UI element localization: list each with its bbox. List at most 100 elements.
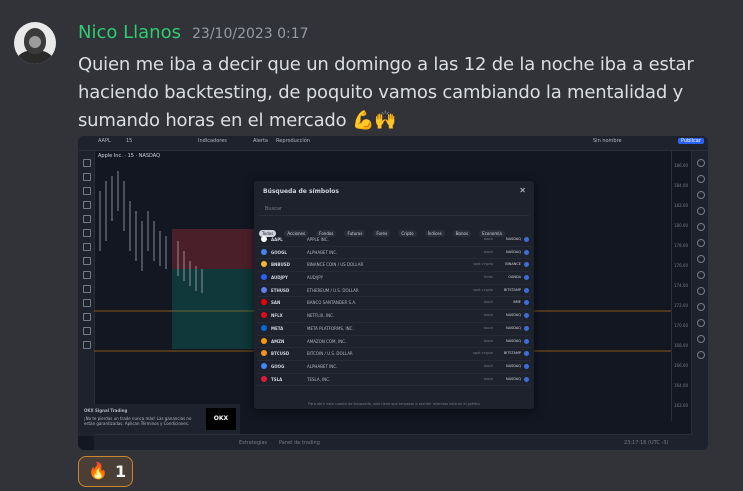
symbol-logo-icon — [261, 286, 267, 293]
symbol-type: stock — [483, 313, 493, 318]
symbol-logo-icon — [261, 362, 267, 369]
search-placeholder: Buscar — [265, 206, 283, 212]
chart-left-toolbar — [78, 151, 95, 436]
price-tick: 162.00 — [674, 403, 688, 408]
symbol-exchange: NASDAQ — [506, 363, 521, 368]
symbol-ticker: AUDJPY — [271, 275, 288, 281]
symbol-row[interactable]: AUDJPY AUD/JPY forex OANDA — [257, 272, 531, 285]
symbol-ticker: GOOGL — [271, 249, 287, 255]
price-tick: 182.00 — [674, 203, 688, 208]
symbol-name: BINANCE COIN / US DOLLAR — [307, 262, 364, 268]
price-tick: 164.00 — [674, 383, 688, 388]
symbol-ticker: AMZN — [271, 338, 285, 344]
symbol-exchange: NASDAQ — [506, 249, 521, 254]
symbol-ticker: ETHUSD — [271, 287, 290, 293]
symbol-name: ALPHABET INC. — [307, 249, 338, 255]
symbol-ticker: NFLX — [271, 313, 283, 319]
message-text: Quien me iba a decir que un domingo a la… — [78, 51, 718, 135]
symbol-row[interactable]: SAN BANCO SANTANDER S.A. stock BME — [257, 297, 531, 311]
symbol-logo-icon — [261, 248, 267, 255]
symbol-search-input[interactable]: Buscar — [259, 205, 529, 216]
symbol-list: AAPL APPLE INC. stock NASDAQ GOOGL ALPHABET I… — [257, 234, 531, 387]
symbol-ticker: BNBUSD — [271, 262, 290, 268]
symbol-row[interactable]: META META PLATFORMS, INC. stock NASDAQ — [257, 323, 531, 336]
chart-clock: 23:17:16 (UTC -3) — [624, 440, 669, 446]
symbol-ticker: AAPL — [271, 237, 283, 242]
toolbar-symbol: AAPL — [98, 138, 111, 144]
symbol-name: AMAZON.COM, INC. — [307, 338, 347, 344]
toolbar-alert: Alerta — [253, 138, 268, 144]
symbol-logo-icon — [261, 324, 267, 331]
symbol-name: META PLATFORMS, INC. — [307, 325, 354, 331]
symbol-row[interactable]: ETHUSD ETHEREUM / U.S. DOLLAR spot crypto B… — [257, 285, 531, 298]
symbol-type: stock — [483, 300, 493, 305]
symbol-logo-icon — [261, 236, 267, 242]
bottom-panel-tabs: Estrategias Panel de trading 23:17:16 (U… — [94, 434, 692, 450]
okx-ad[interactable]: OKX Signal Trading ¡No te pierdas un tra… — [80, 404, 240, 434]
exchange-flag-icon — [524, 313, 529, 319]
exchange-flag-icon — [524, 300, 529, 306]
exchange-flag-icon — [524, 249, 529, 255]
exchange-flag-icon — [524, 363, 529, 369]
symbol-row[interactable]: NFLX NETFLIX, INC. stock NASDAQ — [257, 310, 531, 323]
symbol-type: stock — [483, 338, 493, 343]
exchange-flag-icon — [524, 325, 529, 331]
symbol-type: stock — [483, 237, 493, 241]
symbol-exchange: BITSTAMP — [503, 287, 521, 292]
avatar[interactable] — [14, 22, 56, 64]
exchange-flag-icon — [524, 237, 529, 242]
reaction-fire[interactable]: 🔥 1 — [78, 456, 133, 487]
exchange-flag-icon — [524, 287, 529, 293]
username[interactable]: Nico Llanos — [78, 22, 181, 43]
symbol-name: NETFLIX, INC. — [307, 313, 335, 319]
price-tick: 176.00 — [674, 263, 688, 268]
price-tick: 178.00 — [674, 243, 688, 248]
symbol-row[interactable]: AAPL APPLE INC. stock NASDAQ — [257, 234, 531, 247]
close-icon[interactable]: ✕ — [519, 186, 526, 195]
symbol-type: stock — [483, 325, 493, 330]
symbol-row[interactable]: BNBUSD BINANCE COIN / US DOLLAR spot crypt… — [257, 259, 531, 273]
tab-strategies[interactable]: Estrategias — [239, 440, 267, 446]
symbol-logo-icon — [261, 274, 267, 281]
symbol-exchange: NASDAQ — [506, 237, 521, 241]
tab-trading-panel[interactable]: Panel de trading — [279, 440, 320, 446]
price-tick: 170.00 — [674, 323, 688, 328]
exchange-flag-icon — [524, 376, 529, 382]
toolbar-indicators: Indicadores — [198, 138, 227, 144]
symbol-exchange: NASDAQ — [506, 313, 521, 318]
attachment-image[interactable]: AAPL 15 Indicadores Alerta Reproducción … — [78, 136, 708, 450]
symbol-name: AUD/JPY — [307, 275, 324, 281]
exchange-flag-icon — [524, 338, 529, 344]
price-axis[interactable]: 186.00 184.00 182.00 180.00 178.00 176.0… — [671, 151, 692, 421]
symbol-row[interactable]: GOOG ALPHABET INC. stock NASDAQ — [257, 361, 531, 374]
price-tick: 184.00 — [674, 183, 688, 188]
symbol-row[interactable]: GOOGL ALPHABET INC. stock NASDAQ — [257, 247, 531, 260]
symbol-row[interactable]: BTCUSD BITCOIN / U.S. DOLLAR spot crypto BI… — [257, 348, 531, 361]
symbol-ticker: BTCUSD — [271, 351, 290, 357]
symbol-type: stock — [483, 249, 493, 254]
symbol-search-dialog[interactable]: Búsqueda de símbolos ✕ Buscar Todos Acci… — [254, 181, 534, 409]
symbol-logo-icon — [261, 299, 267, 306]
symbol-type: stock — [483, 376, 493, 381]
symbol-logo-icon — [261, 350, 267, 357]
timestamp[interactable]: 23/10/2023 0:17 — [192, 26, 309, 42]
okx-logo: OKX — [206, 408, 236, 430]
avatar-face — [29, 36, 41, 48]
symbol-exchange: OANDA — [508, 275, 521, 280]
exchange-flag-icon — [524, 275, 529, 281]
toolbar-publish: Publicar — [678, 138, 704, 144]
symbol-type: spot crypto — [473, 351, 493, 356]
toolbar-unnamed: Sin nombre — [593, 138, 622, 144]
message-emojis: 💪🙌 — [351, 110, 397, 131]
symbol-logo-icon — [261, 261, 267, 268]
symbol-row[interactable]: TSLA TESLA, INC. stock NASDAQ — [257, 374, 531, 387]
category-chips: Todos Acciones Fondos Futuros Forex Crip… — [259, 220, 529, 237]
dialog-footer: Para abrir este cuadro de búsqueda, solo… — [308, 402, 480, 406]
symbol-exchange: BME — [513, 300, 521, 305]
symbol-logo-icon — [261, 375, 267, 382]
symbol-type: forex — [484, 275, 493, 280]
chart-title: Apple Inc. · 15 · NASDAQ — [98, 153, 160, 159]
symbol-row[interactable]: AMZN AMAZON.COM, INC. stock NASDAQ — [257, 336, 531, 349]
price-tick: 166.00 — [674, 363, 688, 368]
symbol-type: stock — [483, 363, 493, 368]
